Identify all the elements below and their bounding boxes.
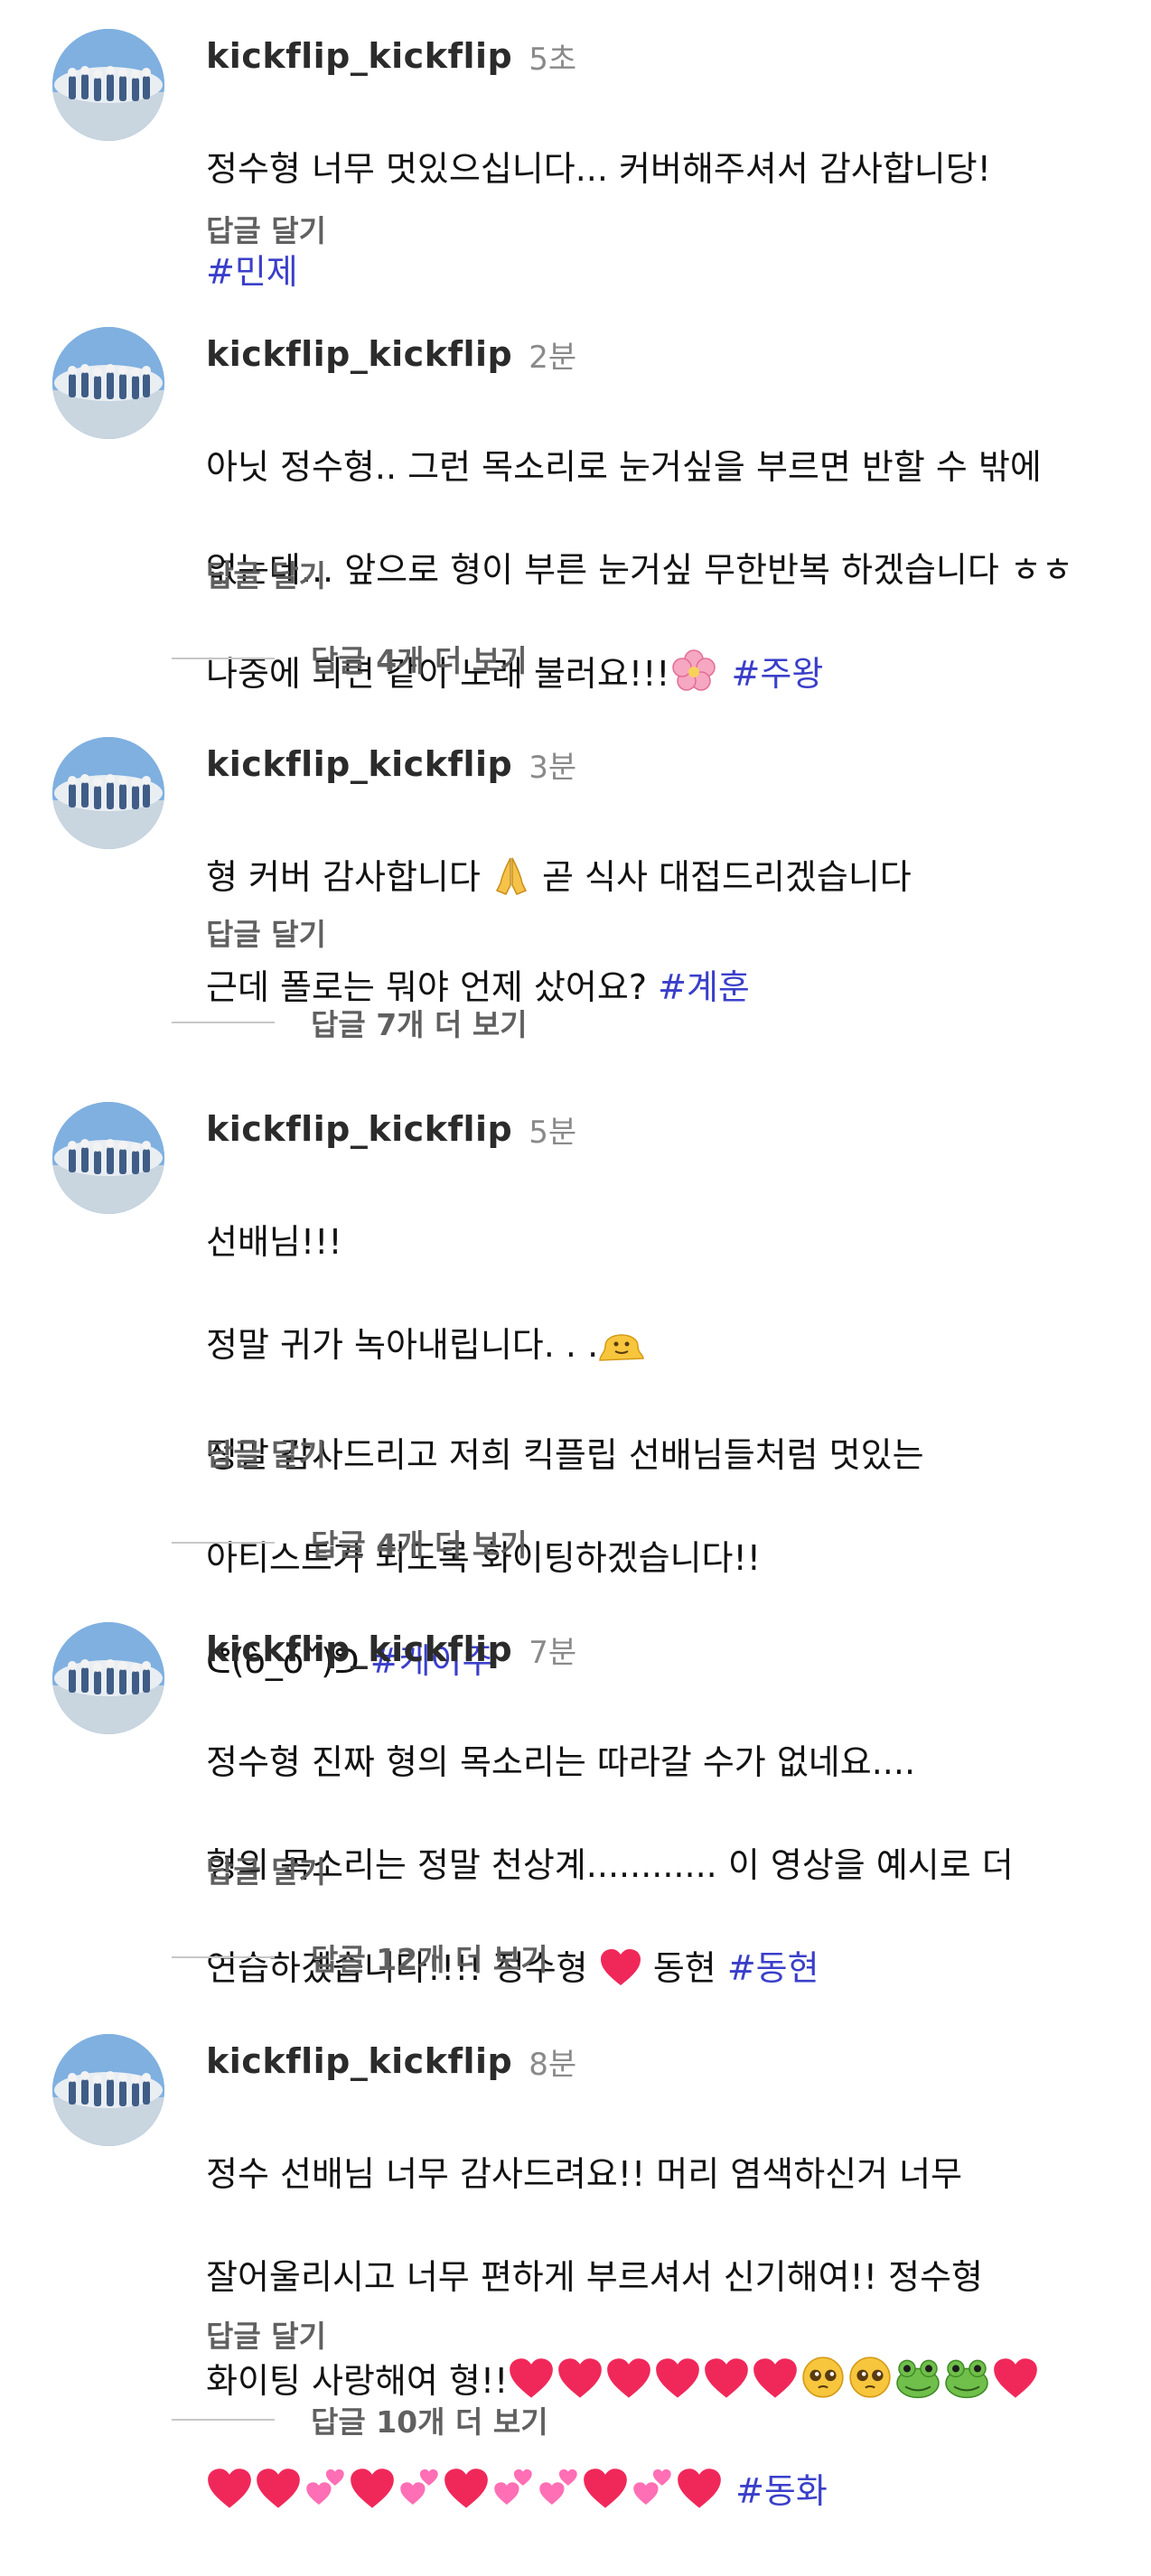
view-more-replies-label[interactable]: 답글 7개 더 보기: [311, 1001, 528, 1044]
comment-header: kickflip_kickflip 7분: [206, 1626, 576, 1673]
comment-line: 정말 귀가 녹아내립니다. . .: [206, 1325, 599, 1365]
timestamp: 5초: [529, 41, 577, 78]
username[interactable]: kickflip_kickflip: [206, 334, 512, 374]
divider: [172, 1022, 275, 1023]
emoji-row: [206, 2469, 725, 2511]
cherry-blossom-icon: [670, 648, 717, 707]
view-more-replies[interactable]: 답글 10개 더 보기: [172, 2399, 548, 2441]
comment-header: kickflip_kickflip 5초: [206, 33, 576, 79]
red-heart-icon: [349, 2467, 396, 2525]
reply-button[interactable]: 답글 달기: [206, 1848, 326, 1891]
divider: [172, 2419, 275, 2421]
comment-line: 정수형 너무 멋있으십니다... 커버해주셔서 감사합니당!: [206, 149, 991, 189]
view-more-replies-label[interactable]: 답글 4개 더 보기: [311, 1521, 528, 1564]
melting-face-icon: [598, 1322, 645, 1378]
username[interactable]: kickflip_kickflip: [206, 2041, 512, 2081]
avatar[interactable]: [52, 29, 164, 141]
comment-header: kickflip_kickflip 5분: [206, 1106, 576, 1153]
folded-hands-icon: [491, 854, 531, 910]
avatar[interactable]: [52, 2034, 164, 2146]
red-heart-icon: [582, 2467, 629, 2525]
view-more-replies-label[interactable]: 답글 12개 더 보기: [311, 1936, 548, 1979]
timestamp: 3분: [529, 749, 577, 786]
frog-icon: [894, 2357, 941, 2414]
red-heart-icon: [605, 2357, 652, 2414]
comment-header: kickflip_kickflip 3분: [206, 741, 576, 788]
pleading-face-icon: [847, 2355, 893, 2414]
hashtag-link[interactable]: #주왕: [732, 654, 824, 694]
emoji-row: [508, 2357, 1041, 2401]
username[interactable]: kickflip_kickflip: [206, 36, 512, 76]
comment-line: 정말 감사드리고 저희 킥플립 선배님들처럼 멋있는: [206, 1435, 924, 1475]
frog-icon: [943, 2357, 990, 2414]
timestamp: 2분: [529, 339, 577, 376]
divider: [172, 658, 275, 659]
comment-text: 정수형 너무 멋있으십니다... 커버해주셔서 감사합니당! #민제: [206, 92, 1118, 350]
username[interactable]: kickflip_kickflip: [206, 1629, 512, 1669]
comment-line: 화이팅 사랑해여 형!!: [206, 2361, 509, 2401]
red-heart-icon: [599, 1947, 642, 2002]
reply-button[interactable]: 답글 달기: [206, 2312, 326, 2356]
avatar[interactable]: [52, 737, 164, 849]
divider: [172, 1542, 275, 1544]
timestamp: 5분: [529, 1114, 577, 1151]
avatar[interactable]: [52, 1622, 164, 1734]
red-heart-icon: [703, 2357, 750, 2414]
two-hearts-icon: [304, 2467, 347, 2525]
two-hearts-icon: [537, 2467, 580, 2525]
red-heart-icon: [255, 2467, 302, 2525]
reply-button[interactable]: 답글 달기: [206, 1431, 326, 1474]
comment-text: 정수형 진짜 형의 목소리는 따라갈 수가 없네요.... 형의 목소리는 정말…: [206, 1685, 1118, 2053]
comment-line: 형의 목소리는 정말 천상계............ 이 영상을 예시로 더: [206, 1845, 1014, 1885]
red-heart-icon: [206, 2467, 253, 2525]
red-heart-icon: [676, 2467, 723, 2525]
divider: [172, 1956, 275, 1958]
comment-header: kickflip_kickflip 2분: [206, 331, 576, 378]
comment-line: 정수형 진짜 형의 목소리는 따라갈 수가 없네요....: [206, 1742, 916, 1782]
avatar[interactable]: [52, 1102, 164, 1214]
hashtag-link[interactable]: #동현: [727, 1948, 819, 1988]
username[interactable]: kickflip_kickflip: [206, 744, 512, 784]
pleading-face-icon: [800, 2355, 846, 2414]
timestamp: 8분: [529, 2046, 577, 2083]
red-heart-icon: [654, 2357, 701, 2414]
reply-button[interactable]: 답글 달기: [206, 207, 326, 250]
view-more-replies[interactable]: 답글 4개 더 보기: [172, 638, 528, 679]
hashtag-link[interactable]: #동화: [735, 2471, 828, 2511]
red-heart-icon: [443, 2467, 490, 2525]
comment-line: 정수 선배님 너무 감사드려요!! 머리 염색하신거 너무: [206, 2154, 963, 2194]
comment-line: 동현: [652, 1948, 716, 1988]
two-hearts-icon: [398, 2467, 441, 2525]
view-more-replies[interactable]: 답글 12개 더 보기: [172, 1937, 548, 1978]
two-hearts-icon: [631, 2467, 674, 2525]
comment-line: 선배님!!!: [206, 1222, 342, 1262]
reply-button[interactable]: 답글 달기: [206, 910, 326, 954]
comment-line: 잘어울리시고 너무 편하게 부르셔서 신기해여!! 정수형: [206, 2257, 983, 2297]
red-heart-icon: [557, 2357, 604, 2414]
view-more-replies[interactable]: 답글 7개 더 보기: [172, 1002, 528, 1043]
avatar[interactable]: [52, 327, 164, 439]
view-more-replies-label[interactable]: 답글 4개 더 보기: [311, 637, 528, 680]
comment-line: 아닛 정수형.. 그런 목소리로 눈거싶을 부르면 반할 수 밖에: [206, 447, 1042, 487]
view-more-replies-label[interactable]: 답글 10개 더 보기: [311, 2398, 548, 2441]
comment-text: 정수 선배님 너무 감사드려요!! 머리 염색하신거 너무 잘어울리시고 너무 …: [206, 2097, 1118, 2576]
username[interactable]: kickflip_kickflip: [206, 1109, 512, 1149]
hashtag-link[interactable]: #계훈: [658, 967, 750, 1007]
reply-button[interactable]: 답글 달기: [206, 552, 326, 595]
red-heart-icon: [992, 2357, 1039, 2414]
comment-line: 없는데... 앞으로 형이 부른 눈거싶 무한반복 하겠습니다 ㅎㅎ: [206, 550, 1073, 590]
view-more-replies[interactable]: 답글 4개 더 보기: [172, 1522, 528, 1563]
comment-header: kickflip_kickflip 8분: [206, 2038, 576, 2085]
comment-line: 형 커버 감사합니다: [206, 857, 481, 897]
comment-text: 아닛 정수형.. 그런 목소리로 눈거싶을 부르면 반할 수 밖에 없는데...…: [206, 390, 1118, 759]
red-heart-icon: [752, 2357, 799, 2414]
timestamp: 7분: [529, 1634, 577, 1671]
hashtag-link[interactable]: #민제: [206, 252, 298, 292]
two-hearts-icon: [491, 2467, 535, 2525]
